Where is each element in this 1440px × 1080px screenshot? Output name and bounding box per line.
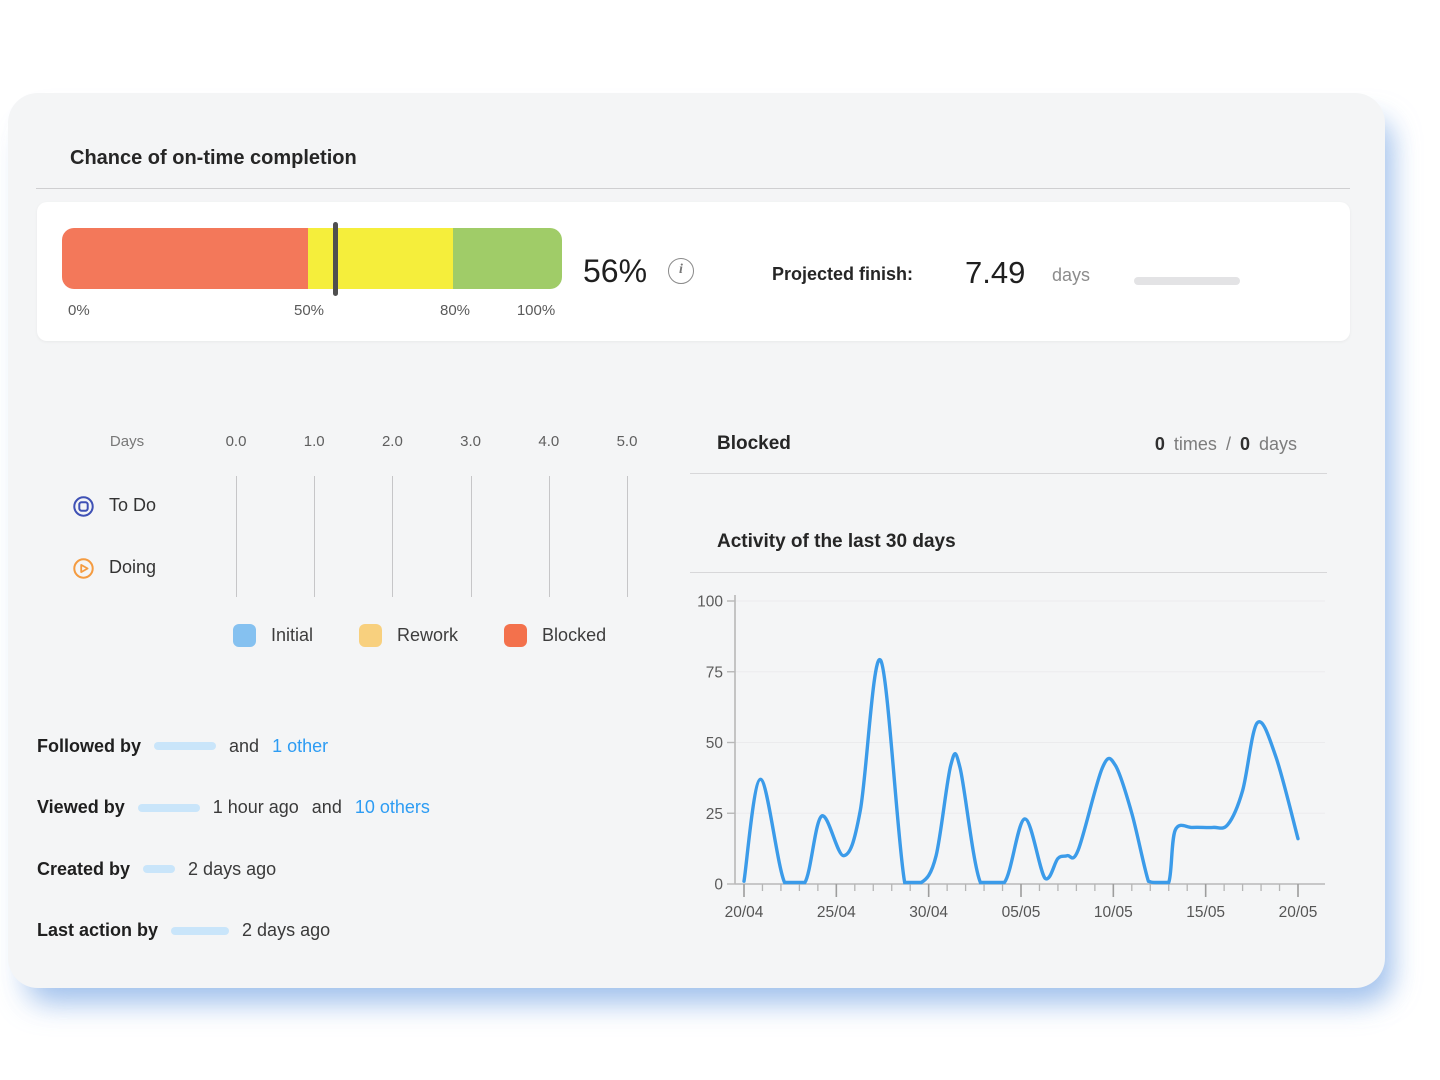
timeline-tick-label: 2.0 <box>367 433 417 450</box>
meta-row-label: Created by <box>37 859 130 880</box>
timeline-tick-label: 0.0 <box>211 433 261 450</box>
meta-and-text: and <box>229 736 259 757</box>
completion-gauge <box>62 228 562 289</box>
gauge-tick-label: 80% <box>440 302 470 319</box>
legend-swatch-initial <box>233 624 256 647</box>
completion-card: 0% 50% 80% 100% 56% i Projected finish: 7.4… <box>37 202 1350 341</box>
meta-row: Last action by 2 days ago <box>37 919 330 943</box>
blocked-stats: 0 times / 0 days <box>1155 434 1297 455</box>
timeline-gridline <box>627 476 628 597</box>
timeline-legend: Initial Rework Blocked <box>233 624 606 647</box>
projected-finish-value: 7.49 <box>965 255 1025 291</box>
activity-series-line <box>744 660 1298 883</box>
legend-label: Blocked <box>542 625 606 646</box>
gauge-segment-green-zone <box>453 228 562 289</box>
completion-percent-value: 56% <box>583 253 647 290</box>
y-axis-label: 100 <box>697 594 723 611</box>
y-axis-label: 25 <box>706 806 723 823</box>
legend-label: Rework <box>397 625 458 646</box>
meta-row: Created by 2 days ago <box>37 857 276 881</box>
meta-row-label: Viewed by <box>37 797 125 818</box>
x-axis-label: 30/04 <box>909 904 948 921</box>
meta-others-link[interactable]: 10 others <box>355 797 430 818</box>
meta-row-label: Followed by <box>37 736 141 757</box>
gauge-tick-label: 100% <box>517 302 555 319</box>
page-title: Chance of on-time completion <box>70 147 357 170</box>
y-axis-label: 75 <box>706 664 723 681</box>
gauge-segment-yellow-zone <box>308 228 453 289</box>
timeline-row-label: To Do <box>109 495 156 516</box>
projected-finish-label: Projected finish: <box>772 264 913 285</box>
meta-time-text: 2 days ago <box>242 920 330 941</box>
meta-time-text: 1 hour ago <box>213 797 299 818</box>
redacted-name-pill <box>1134 277 1240 285</box>
timeline-gridline <box>549 476 550 597</box>
blocked-days-value: 0 <box>1240 434 1250 455</box>
legend-item-initial: Initial <box>233 624 313 647</box>
doing-circle-play-icon <box>73 558 94 579</box>
meta-others-link[interactable]: 1 other <box>272 736 328 757</box>
meta-row: Followed by and 1 other <box>37 734 328 758</box>
blocked-separator: / <box>1226 434 1231 455</box>
redacted-user-pill <box>171 927 229 935</box>
timeline-tick-label: 4.0 <box>524 433 574 450</box>
timeline-tick-label: 3.0 <box>446 433 496 450</box>
x-axis-label: 20/05 <box>1279 904 1318 921</box>
timeline-gridline <box>236 476 237 597</box>
x-axis-label: 05/05 <box>1002 904 1041 921</box>
timeline-row-label: Doing <box>109 557 156 578</box>
meta-time-text: 2 days ago <box>188 859 276 880</box>
redacted-user-pill <box>154 742 216 750</box>
y-axis-label: 50 <box>706 735 724 752</box>
redacted-user-pill <box>138 804 200 812</box>
redacted-user-pill <box>143 865 175 873</box>
analytics-panel: Chance of on-time completion 0% 50% 80% 100… <box>8 93 1385 988</box>
blocked-section-title: Blocked <box>717 433 791 455</box>
blocked-times-unit: times <box>1174 434 1217 455</box>
meta-row-label: Last action by <box>37 920 158 941</box>
meta-row: Viewed by 1 hour ago and 10 others <box>37 796 430 820</box>
timeline-gridline <box>471 476 472 597</box>
legend-label: Initial <box>271 625 313 646</box>
gauge-value-marker <box>333 222 338 296</box>
todo-circle-square-icon <box>73 496 94 517</box>
blocked-times-value: 0 <box>1155 434 1165 455</box>
timeline-gridline <box>392 476 393 597</box>
title-divider <box>36 188 1350 189</box>
activity-divider <box>690 572 1327 573</box>
legend-swatch-blocked <box>504 624 527 647</box>
blocked-days-unit: days <box>1259 434 1297 455</box>
activity-line-chart: 0 25 50 75 100 20/04 25/04 30/04 05/05 10/05 15/05… <box>690 585 1350 935</box>
x-axis-label: 10/05 <box>1094 904 1133 921</box>
info-icon[interactable]: i <box>668 258 694 284</box>
legend-swatch-rework <box>359 624 382 647</box>
timeline-tick-label: 1.0 <box>289 433 339 450</box>
gauge-tick-label: 50% <box>294 302 324 319</box>
gauge-segment-red-zone <box>62 228 308 289</box>
timeline-gridline <box>314 476 315 597</box>
legend-item-rework: Rework <box>359 624 458 647</box>
projected-finish-unit: days <box>1052 265 1090 286</box>
timeline-tick-label: 5.0 <box>602 433 652 450</box>
x-axis-label: 20/04 <box>725 904 764 921</box>
x-axis-label: 25/04 <box>817 904 856 921</box>
activity-section-title: Activity of the last 30 days <box>717 531 956 553</box>
legend-item-blocked: Blocked <box>504 624 606 647</box>
x-axis-label: 15/05 <box>1186 904 1225 921</box>
gauge-tick-label: 0% <box>68 302 90 319</box>
timeline-axis-title: Days <box>102 433 152 450</box>
blocked-divider <box>690 473 1327 474</box>
meta-and-text: and <box>312 797 342 818</box>
y-axis-label: 0 <box>714 877 723 894</box>
